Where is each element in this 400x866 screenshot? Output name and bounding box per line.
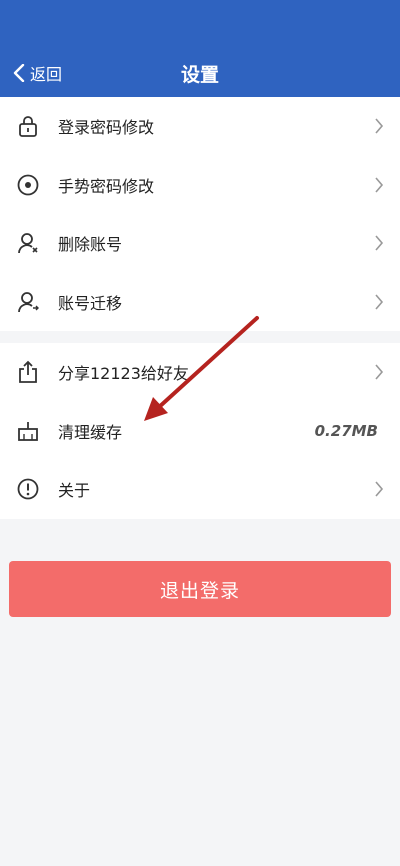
chevron-right-icon — [375, 294, 384, 310]
top-bar: 返回 设置 — [0, 0, 400, 97]
settings-item-label: 登录密码修改 — [58, 118, 155, 138]
cache-size-value: 0.27MB — [314, 421, 378, 440]
chevron-right-icon — [375, 235, 384, 251]
settings-item-about[interactable]: 关于 — [0, 460, 400, 519]
settings-item-gesture-password[interactable]: 手势密码修改 — [0, 156, 400, 215]
chevron-right-icon — [375, 177, 384, 193]
settings-list: 登录密码修改 手势密码修改 删除账号 账号迁移 分享12123给好友 清理缓存 … — [0, 97, 400, 519]
settings-group-account: 登录密码修改 手势密码修改 删除账号 账号迁移 — [0, 97, 400, 331]
user-transfer-icon — [16, 290, 40, 314]
settings-item-login-password[interactable]: 登录密码修改 — [0, 97, 400, 156]
chevron-right-icon — [375, 118, 384, 134]
logout-button[interactable]: 退出登录 — [9, 561, 391, 617]
settings-item-share[interactable]: 分享12123给好友 — [0, 343, 400, 402]
page-title: 设置 — [180, 64, 219, 86]
lock-icon — [16, 114, 40, 138]
chevron-right-icon — [375, 364, 384, 380]
settings-item-delete-account[interactable]: 删除账号 — [0, 214, 400, 273]
user-remove-icon — [16, 231, 40, 255]
settings-item-label: 删除账号 — [58, 235, 123, 255]
settings-group-other: 分享12123给好友 清理缓存 0.27MB 关于 — [0, 343, 400, 519]
settings-item-clear-cache[interactable]: 清理缓存 0.27MB — [0, 402, 400, 461]
settings-item-label: 分享12123给好友 — [58, 364, 189, 384]
info-icon — [16, 477, 40, 501]
section-divider — [0, 331, 400, 343]
settings-item-label: 账号迁移 — [58, 293, 123, 313]
share-icon — [16, 360, 40, 384]
settings-item-account-migration[interactable]: 账号迁移 — [0, 273, 400, 332]
settings-item-label: 关于 — [58, 481, 91, 501]
broom-icon — [16, 419, 40, 443]
target-icon — [16, 173, 40, 197]
settings-item-label: 手势密码修改 — [58, 176, 155, 196]
chevron-right-icon — [375, 481, 384, 497]
